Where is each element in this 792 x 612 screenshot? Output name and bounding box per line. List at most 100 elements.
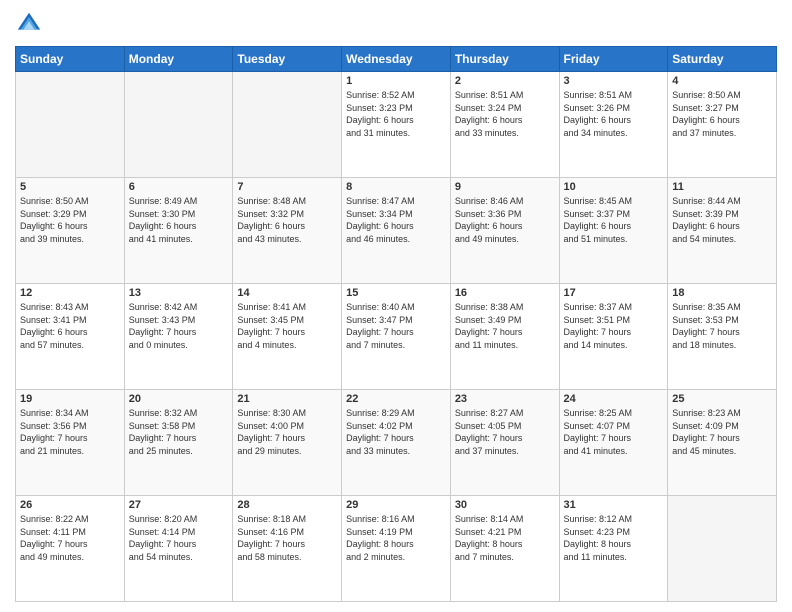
day-info: Sunrise: 8:47 AM Sunset: 3:34 PM Dayligh… <box>346 195 446 245</box>
day-number: 27 <box>129 499 229 511</box>
day-header-saturday: Saturday <box>668 47 777 72</box>
day-number: 13 <box>129 287 229 299</box>
calendar-cell: 6 Sunrise: 8:49 AM Sunset: 3:30 PM Daylig… <box>124 178 233 284</box>
day-number: 23 <box>455 393 555 405</box>
day-header-sunday: Sunday <box>16 47 125 72</box>
day-number: 10 <box>564 181 664 193</box>
header <box>15 10 777 38</box>
day-number: 20 <box>129 393 229 405</box>
day-number: 2 <box>455 75 555 87</box>
day-number: 25 <box>672 393 772 405</box>
day-info: Sunrise: 8:27 AM Sunset: 4:05 PM Dayligh… <box>455 407 555 457</box>
calendar-cell: 10 Sunrise: 8:45 AM Sunset: 3:37 PM Dayli… <box>559 178 668 284</box>
calendar-cell: 20 Sunrise: 8:32 AM Sunset: 3:58 PM Dayli… <box>124 390 233 496</box>
day-number: 12 <box>20 287 120 299</box>
calendar-cell <box>668 496 777 602</box>
day-number: 19 <box>20 393 120 405</box>
day-number: 26 <box>20 499 120 511</box>
day-info: Sunrise: 8:49 AM Sunset: 3:30 PM Dayligh… <box>129 195 229 245</box>
calendar-cell: 29Sunrise: 8:16 AM Sunset: 4:19 PM Dayli… <box>342 496 451 602</box>
day-info: Sunrise: 8:22 AM Sunset: 4:11 PM Dayligh… <box>20 513 120 563</box>
calendar-cell: 17 Sunrise: 8:37 AM Sunset: 3:51 PM Dayli… <box>559 284 668 390</box>
day-number: 17 <box>564 287 664 299</box>
day-info: Sunrise: 8:12 AM Sunset: 4:23 PM Dayligh… <box>564 513 664 563</box>
calendar: SundayMondayTuesdayWednesdayThursdayFrid… <box>15 46 777 602</box>
day-number: 9 <box>455 181 555 193</box>
calendar-cell: 21 Sunrise: 8:30 AM Sunset: 4:00 PM Dayli… <box>233 390 342 496</box>
day-number: 1 <box>346 75 446 87</box>
day-number: 7 <box>237 181 337 193</box>
day-info: Sunrise: 8:48 AM Sunset: 3:32 PM Dayligh… <box>237 195 337 245</box>
calendar-cell: 30 Sunrise: 8:14 AM Sunset: 4:21 PM Dayli… <box>450 496 559 602</box>
day-number: 8 <box>346 181 446 193</box>
day-info: Sunrise: 8:40 AM Sunset: 3:47 PM Dayligh… <box>346 301 446 351</box>
logo <box>15 10 47 38</box>
week-row-3: 12 Sunrise: 8:43 AM Sunset: 3:41 PM Dayli… <box>16 284 777 390</box>
calendar-cell: 11Sunrise: 8:44 AM Sunset: 3:39 PM Dayli… <box>668 178 777 284</box>
day-info: Sunrise: 8:35 AM Sunset: 3:53 PM Dayligh… <box>672 301 772 351</box>
calendar-cell <box>16 72 125 178</box>
calendar-cell: 14 Sunrise: 8:41 AM Sunset: 3:45 PM Dayli… <box>233 284 342 390</box>
day-header-friday: Friday <box>559 47 668 72</box>
day-number: 4 <box>672 75 772 87</box>
calendar-cell: 23 Sunrise: 8:27 AM Sunset: 4:05 PM Dayli… <box>450 390 559 496</box>
day-info: Sunrise: 8:14 AM Sunset: 4:21 PM Dayligh… <box>455 513 555 563</box>
logo-icon <box>15 10 43 38</box>
day-info: Sunrise: 8:37 AM Sunset: 3:51 PM Dayligh… <box>564 301 664 351</box>
day-info: Sunrise: 8:46 AM Sunset: 3:36 PM Dayligh… <box>455 195 555 245</box>
day-info: Sunrise: 8:44 AM Sunset: 3:39 PM Dayligh… <box>672 195 772 245</box>
day-info: Sunrise: 8:41 AM Sunset: 3:45 PM Dayligh… <box>237 301 337 351</box>
day-info: Sunrise: 8:23 AM Sunset: 4:09 PM Dayligh… <box>672 407 772 457</box>
week-row-1: 1Sunrise: 8:52 AM Sunset: 3:23 PM Daylig… <box>16 72 777 178</box>
day-info: Sunrise: 8:43 AM Sunset: 3:41 PM Dayligh… <box>20 301 120 351</box>
week-row-4: 19 Sunrise: 8:34 AM Sunset: 3:56 PM Dayli… <box>16 390 777 496</box>
calendar-cell: 1Sunrise: 8:52 AM Sunset: 3:23 PM Daylig… <box>342 72 451 178</box>
calendar-cell: 31 Sunrise: 8:12 AM Sunset: 4:23 PM Dayli… <box>559 496 668 602</box>
calendar-cell: 12 Sunrise: 8:43 AM Sunset: 3:41 PM Dayli… <box>16 284 125 390</box>
day-info: Sunrise: 8:51 AM Sunset: 3:24 PM Dayligh… <box>455 89 555 139</box>
day-info: Sunrise: 8:30 AM Sunset: 4:00 PM Dayligh… <box>237 407 337 457</box>
day-number: 14 <box>237 287 337 299</box>
day-info: Sunrise: 8:45 AM Sunset: 3:37 PM Dayligh… <box>564 195 664 245</box>
day-info: Sunrise: 8:50 AM Sunset: 3:27 PM Dayligh… <box>672 89 772 139</box>
day-info: Sunrise: 8:34 AM Sunset: 3:56 PM Dayligh… <box>20 407 120 457</box>
day-number: 28 <box>237 499 337 511</box>
calendar-cell: 9 Sunrise: 8:46 AM Sunset: 3:36 PM Daylig… <box>450 178 559 284</box>
calendar-cell <box>124 72 233 178</box>
week-row-5: 26 Sunrise: 8:22 AM Sunset: 4:11 PM Dayli… <box>16 496 777 602</box>
day-number: 31 <box>564 499 664 511</box>
day-info: Sunrise: 8:16 AM Sunset: 4:19 PM Dayligh… <box>346 513 446 563</box>
day-info: Sunrise: 8:29 AM Sunset: 4:02 PM Dayligh… <box>346 407 446 457</box>
day-info: Sunrise: 8:32 AM Sunset: 3:58 PM Dayligh… <box>129 407 229 457</box>
day-number: 5 <box>20 181 120 193</box>
day-number: 15 <box>346 287 446 299</box>
day-number: 16 <box>455 287 555 299</box>
calendar-cell: 2 Sunrise: 8:51 AM Sunset: 3:24 PM Daylig… <box>450 72 559 178</box>
calendar-cell: 8 Sunrise: 8:47 AM Sunset: 3:34 PM Daylig… <box>342 178 451 284</box>
calendar-cell: 19 Sunrise: 8:34 AM Sunset: 3:56 PM Dayli… <box>16 390 125 496</box>
day-info: Sunrise: 8:51 AM Sunset: 3:26 PM Dayligh… <box>564 89 664 139</box>
calendar-cell: 3 Sunrise: 8:51 AM Sunset: 3:26 PM Daylig… <box>559 72 668 178</box>
day-info: Sunrise: 8:18 AM Sunset: 4:16 PM Dayligh… <box>237 513 337 563</box>
day-header-tuesday: Tuesday <box>233 47 342 72</box>
calendar-cell: 22Sunrise: 8:29 AM Sunset: 4:02 PM Dayli… <box>342 390 451 496</box>
calendar-header-row: SundayMondayTuesdayWednesdayThursdayFrid… <box>16 47 777 72</box>
calendar-cell: 25 Sunrise: 8:23 AM Sunset: 4:09 PM Dayli… <box>668 390 777 496</box>
day-info: Sunrise: 8:20 AM Sunset: 4:14 PM Dayligh… <box>129 513 229 563</box>
day-info: Sunrise: 8:50 AM Sunset: 3:29 PM Dayligh… <box>20 195 120 245</box>
page: SundayMondayTuesdayWednesdayThursdayFrid… <box>0 0 792 612</box>
calendar-cell: 18Sunrise: 8:35 AM Sunset: 3:53 PM Dayli… <box>668 284 777 390</box>
day-number: 3 <box>564 75 664 87</box>
day-info: Sunrise: 8:42 AM Sunset: 3:43 PM Dayligh… <box>129 301 229 351</box>
calendar-cell: 26 Sunrise: 8:22 AM Sunset: 4:11 PM Dayli… <box>16 496 125 602</box>
week-row-2: 5 Sunrise: 8:50 AM Sunset: 3:29 PM Daylig… <box>16 178 777 284</box>
day-number: 21 <box>237 393 337 405</box>
calendar-cell: 5 Sunrise: 8:50 AM Sunset: 3:29 PM Daylig… <box>16 178 125 284</box>
day-number: 30 <box>455 499 555 511</box>
calendar-cell: 24Sunrise: 8:25 AM Sunset: 4:07 PM Dayli… <box>559 390 668 496</box>
calendar-cell: 13 Sunrise: 8:42 AM Sunset: 3:43 PM Dayli… <box>124 284 233 390</box>
calendar-cell: 28 Sunrise: 8:18 AM Sunset: 4:16 PM Dayli… <box>233 496 342 602</box>
day-number: 6 <box>129 181 229 193</box>
day-number: 24 <box>564 393 664 405</box>
calendar-cell: 16Sunrise: 8:38 AM Sunset: 3:49 PM Dayli… <box>450 284 559 390</box>
